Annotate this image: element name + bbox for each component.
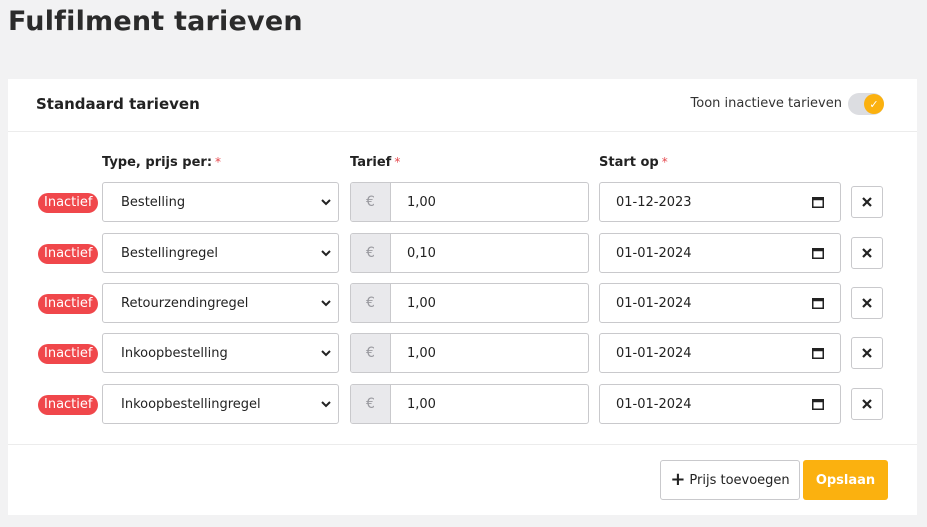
- add-price-label: Prijs toevoegen: [689, 472, 790, 488]
- chevron-down-icon: [321, 350, 331, 357]
- rate-value: 1,00: [407, 195, 436, 210]
- start-date-value: 01-12-2023: [616, 195, 692, 210]
- column-header-rate: Tarief *: [350, 155, 400, 170]
- rates-card: Standaard tarieven Toon inactieve tariev…: [8, 79, 917, 515]
- rate-value: 1,00: [407, 346, 436, 361]
- delete-row-button[interactable]: [851, 337, 883, 369]
- column-header-type: Type, prijs per: *: [102, 155, 221, 170]
- type-select[interactable]: Inkoopbestelling: [102, 333, 339, 373]
- calendar-icon[interactable]: [812, 196, 824, 208]
- rate-row: Inactief Inkoopbestellingregel € 1,00 01…: [8, 384, 917, 424]
- start-date-input[interactable]: 01-01-2024: [599, 233, 841, 273]
- euro-addon: €: [351, 183, 391, 221]
- rate-value: 0,10: [407, 246, 436, 261]
- start-date-value: 01-01-2024: [616, 346, 692, 361]
- start-date-value: 01-01-2024: [616, 397, 692, 412]
- start-date-value: 01-01-2024: [616, 296, 692, 311]
- rate-row: Inactief Inkoopbestelling € 1,00 01-01-2…: [8, 333, 917, 373]
- delete-row-button[interactable]: [851, 237, 883, 269]
- card-header: Standaard tarieven Toon inactieve tariev…: [8, 79, 917, 132]
- rate-input[interactable]: € 1,00: [350, 182, 589, 222]
- type-select[interactable]: Inkoopbestellingregel: [102, 384, 339, 424]
- delete-row-button[interactable]: [851, 186, 883, 218]
- status-badge: Inactief: [38, 294, 99, 314]
- delete-row-button[interactable]: [851, 388, 883, 420]
- calendar-icon[interactable]: [812, 398, 824, 410]
- type-select-value: Bestelling: [121, 195, 186, 210]
- rate-input[interactable]: € 1,00: [350, 333, 589, 373]
- status-badge: Inactief: [38, 344, 99, 364]
- type-select-value: Inkoopbestelling: [121, 346, 228, 361]
- start-date-value: 01-01-2024: [616, 246, 692, 261]
- close-icon: [862, 197, 872, 207]
- show-inactive-toggle[interactable]: ✓: [848, 93, 884, 115]
- type-select[interactable]: Retourzendingregel: [102, 283, 339, 323]
- calendar-icon[interactable]: [812, 297, 824, 309]
- save-button[interactable]: Opslaan: [803, 460, 888, 500]
- status-badge: Inactief: [38, 193, 99, 213]
- plus-icon: +: [670, 469, 686, 490]
- save-label: Opslaan: [815, 472, 876, 488]
- start-date-input[interactable]: 01-01-2024: [599, 333, 841, 373]
- calendar-icon[interactable]: [812, 247, 824, 259]
- start-date-input[interactable]: 01-01-2024: [599, 384, 841, 424]
- start-date-input[interactable]: 01-01-2024: [599, 283, 841, 323]
- card-footer: + Prijs toevoegen Opslaan: [8, 444, 917, 516]
- required-mark: *: [215, 155, 222, 169]
- add-price-button[interactable]: + Prijs toevoegen: [660, 460, 800, 500]
- close-icon: [862, 298, 872, 308]
- rate-value: 1,00: [407, 397, 436, 412]
- chevron-down-icon: [321, 401, 331, 408]
- close-icon: [862, 248, 872, 258]
- type-select-value: Bestellingregel: [121, 246, 219, 261]
- rate-value: 1,00: [407, 296, 436, 311]
- type-select[interactable]: Bestelling: [102, 182, 339, 222]
- card-title: Standaard tarieven: [36, 95, 200, 113]
- column-header-start: Start op *: [599, 155, 668, 170]
- euro-addon: €: [351, 334, 391, 372]
- euro-addon: €: [351, 284, 391, 322]
- column-header-start-label: Start op: [599, 155, 659, 170]
- chevron-down-icon: [321, 199, 331, 206]
- page-title: Fulfilment tarieven: [8, 6, 303, 37]
- rate-row: Inactief Retourzendingregel € 1,00 01-01…: [8, 283, 917, 323]
- column-header-rate-label: Tarief: [350, 155, 392, 170]
- rate-input[interactable]: € 1,00: [350, 283, 589, 323]
- check-icon: ✓: [864, 94, 884, 114]
- euro-addon: €: [351, 385, 391, 423]
- rate-input[interactable]: € 0,10: [350, 233, 589, 273]
- required-mark: *: [661, 155, 668, 169]
- close-icon: [862, 399, 872, 409]
- rate-row: Inactief Bestellingregel € 0,10 01-01-20…: [8, 233, 917, 273]
- delete-row-button[interactable]: [851, 287, 883, 319]
- rate-row: Inactief Bestelling € 1,00 01-12-2023: [8, 182, 917, 222]
- chevron-down-icon: [321, 250, 331, 257]
- close-icon: [862, 348, 872, 358]
- chevron-down-icon: [321, 300, 331, 307]
- column-header-type-label: Type, prijs per:: [102, 155, 213, 170]
- toggle-label: Toon inactieve tarieven: [690, 96, 842, 111]
- status-badge: Inactief: [38, 244, 99, 264]
- status-badge: Inactief: [38, 395, 99, 415]
- type-select-value: Retourzendingregel: [121, 296, 249, 311]
- required-mark: *: [394, 155, 401, 169]
- type-select[interactable]: Bestellingregel: [102, 233, 339, 273]
- calendar-icon[interactable]: [812, 347, 824, 359]
- start-date-input[interactable]: 01-12-2023: [599, 182, 841, 222]
- type-select-value: Inkoopbestellingregel: [121, 397, 261, 412]
- euro-addon: €: [351, 234, 391, 272]
- rate-input[interactable]: € 1,00: [350, 384, 589, 424]
